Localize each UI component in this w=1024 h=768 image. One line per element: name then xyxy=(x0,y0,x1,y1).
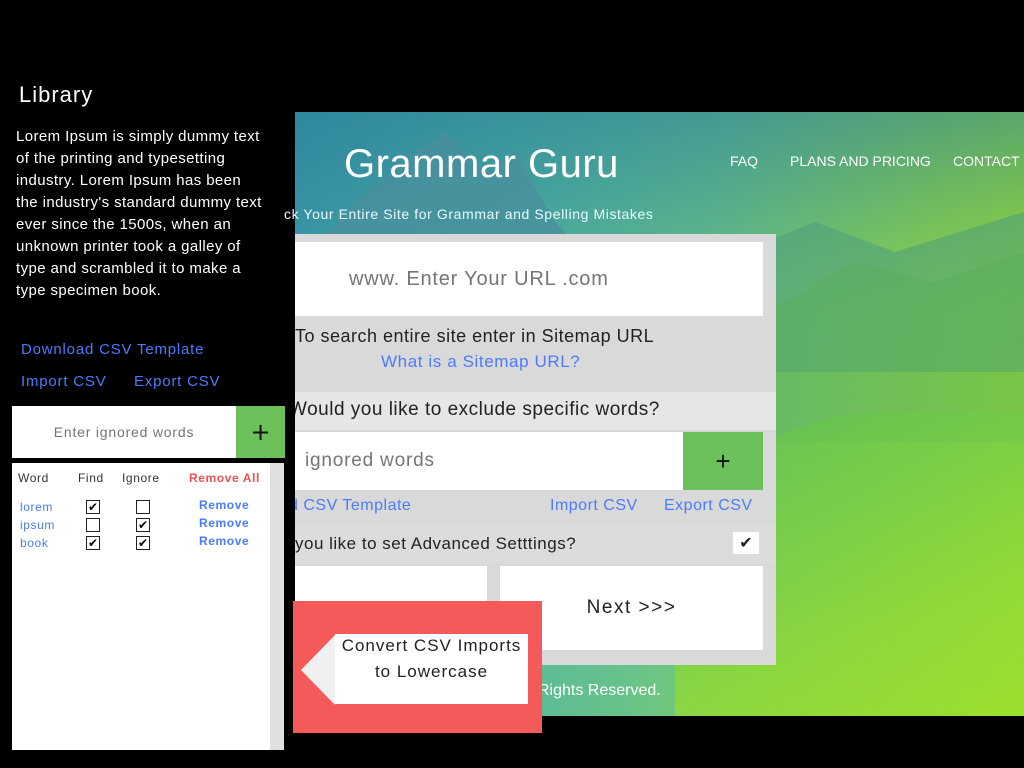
export-csv-link[interactable]: Export CSV xyxy=(664,497,753,515)
library-import-csv-link[interactable]: Import CSV xyxy=(21,373,107,390)
sitemap-instruction: To search entire site enter in Sitemap U… xyxy=(295,326,655,346)
remove-row-button[interactable]: Remove xyxy=(199,534,249,548)
find-checkbox[interactable]: ✔ xyxy=(86,536,100,550)
nav-plans-and-pricing[interactable]: PLANS AND PRICING xyxy=(790,153,931,169)
column-header-word: Word xyxy=(18,471,49,485)
library-ignored-words-input[interactable] xyxy=(12,406,236,458)
advanced-settings-checkbox[interactable]: ✔ xyxy=(733,532,759,554)
library-description: Lorem Ipsum is simply dummy text of the … xyxy=(16,128,262,299)
nav-contact[interactable]: CONTACT xyxy=(953,153,1020,169)
sitemap-help-link[interactable]: What is a Sitemap URL? xyxy=(381,352,580,372)
table-row-word[interactable]: lorem xyxy=(20,500,53,514)
remove-all-button[interactable]: Remove All xyxy=(189,471,260,485)
advanced-settings-question: you like to set Advanced Setttings? xyxy=(295,534,577,553)
add-ignored-word-button[interactable]: + xyxy=(683,432,763,490)
table-row-word[interactable]: ipsum xyxy=(20,518,55,532)
library-title: Library xyxy=(19,82,94,107)
footer-rights: Rights Reserved. xyxy=(538,682,661,699)
remove-row-button[interactable]: Remove xyxy=(199,516,249,530)
library-add-button[interactable]: + xyxy=(236,406,285,458)
table-row-word[interactable]: book xyxy=(20,536,48,550)
ignore-checkbox[interactable] xyxy=(136,500,150,514)
advanced-settings-section: you like to set Advanced Setttings? xyxy=(295,526,776,564)
callout-text: Convert CSV Imports to Lowercase xyxy=(341,636,522,681)
download-csv-template-link[interactable]: d CSV Template xyxy=(295,497,411,515)
library-download-csv-link[interactable]: Download CSV Template xyxy=(21,341,204,358)
find-checkbox[interactable] xyxy=(86,518,100,532)
site-logo[interactable]: Grammar Guru xyxy=(344,142,619,187)
url-input[interactable] xyxy=(295,242,763,316)
column-header-find: Find xyxy=(78,471,104,485)
nav-faq[interactable]: FAQ xyxy=(730,153,758,169)
callout-arrow-icon xyxy=(301,635,335,705)
library-word-table: Word Find Ignore Remove All lorem ✔ Remo… xyxy=(12,463,284,750)
ignored-words-input[interactable] xyxy=(295,432,683,490)
annotation-callout: Convert CSV Imports to Lowercase xyxy=(293,601,542,733)
exclude-words-question: Would you like to exclude specific words… xyxy=(295,399,660,420)
remove-row-button[interactable]: Remove xyxy=(199,498,249,512)
site-tagline: ck Your Entire Site for Grammar and Spel… xyxy=(284,206,654,222)
exclude-words-section: Would you like to exclude specific words… xyxy=(295,392,776,430)
column-header-ignore: Ignore xyxy=(122,471,160,485)
library-export-csv-link[interactable]: Export CSV xyxy=(134,373,220,390)
ignore-checkbox[interactable]: ✔ xyxy=(136,518,150,532)
table-scrollbar[interactable] xyxy=(270,463,284,750)
import-csv-link[interactable]: Import CSV xyxy=(550,497,638,515)
find-checkbox[interactable]: ✔ xyxy=(86,500,100,514)
ignore-checkbox[interactable]: ✔ xyxy=(136,536,150,550)
